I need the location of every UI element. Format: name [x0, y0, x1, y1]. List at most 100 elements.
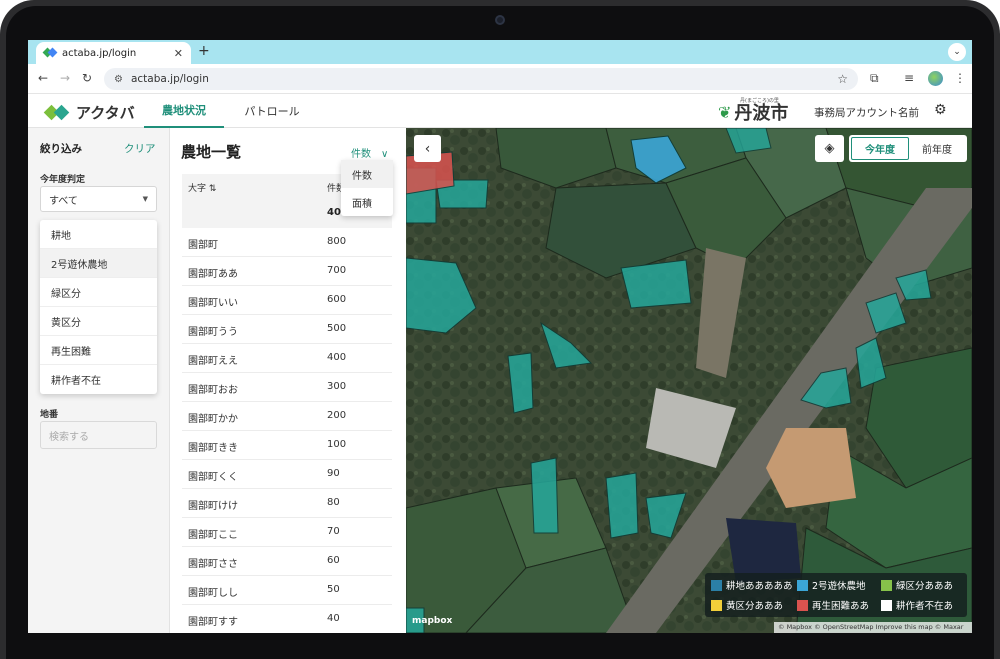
table-row[interactable]: 園部町ええ 400: [182, 344, 392, 373]
satellite-map[interactable]: [406, 128, 972, 633]
table-row[interactable]: 園部町しし 50: [182, 576, 392, 605]
bookmark-star-icon[interactable]: ☆: [837, 72, 848, 86]
browser-tab-strip: actaba.jp/login ✕ + ⌄: [28, 40, 972, 64]
media-controls-icon[interactable]: ≡: [904, 71, 914, 85]
column-header-name[interactable]: 大字 ⇅: [188, 181, 216, 194]
dropdown-option[interactable]: 耕地: [40, 220, 157, 249]
chevron-down-icon: ∨: [381, 149, 389, 160]
row-count: 500: [327, 323, 347, 334]
table-row[interactable]: 園部町けけ 80: [182, 489, 392, 518]
back-button[interactable]: ‹: [414, 135, 441, 162]
dropdown-option[interactable]: 耕作者不在: [40, 365, 157, 394]
filter-title: 絞り込み: [40, 143, 82, 155]
sort-option-area[interactable]: 面積: [341, 188, 393, 216]
table-row[interactable]: 園部町いい 600: [182, 286, 392, 315]
legend-swatch: [881, 579, 892, 591]
clear-button[interactable]: クリア: [124, 141, 156, 156]
tab-search-button[interactable]: ⌄: [948, 43, 966, 61]
last-year-button[interactable]: 前年度: [909, 137, 965, 160]
browser-tab[interactable]: actaba.jp/login ✕: [36, 42, 191, 64]
table-row[interactable]: 園部町かか 200: [182, 402, 392, 431]
table-row[interactable]: 園部町ここ 70: [182, 518, 392, 547]
sort-dropdown: 件数 面積: [341, 160, 393, 216]
legend-label: 2号遊休農地: [812, 581, 866, 592]
tab-farmland-status[interactable]: 農地状況: [144, 94, 224, 128]
row-name: 園部町ささ: [188, 559, 238, 570]
table-row[interactable]: 園部町きき 100: [182, 431, 392, 460]
table-row[interactable]: 園部町うう 500: [182, 315, 392, 344]
laptop-frame: actaba.jp/login ✕ + ⌄ ← → ↻ ⚙ actaba.jp/…: [0, 0, 1000, 659]
reload-icon[interactable]: ↻: [82, 71, 92, 85]
city-logo: ❦ 丹(まごころ)の里 丹波市: [718, 98, 788, 125]
judgement-select[interactable]: すべて ▼: [40, 186, 157, 212]
tab-patrol[interactable]: パトロール: [232, 94, 312, 128]
legend-swatch: [797, 579, 808, 591]
legend-item: 黄区分あああ: [711, 598, 783, 612]
table-row[interactable]: 園部町すす 40: [182, 605, 392, 633]
sort-select[interactable]: 件数 ∨: [351, 145, 388, 160]
caret-down-icon: ▼: [142, 195, 148, 203]
legend-label: 耕作者不在あ: [896, 601, 954, 612]
row-count: 90: [327, 468, 340, 479]
legend-item: 耕作者不在あ: [881, 598, 953, 612]
judgement-dropdown: 耕地 2号遊休農地 緑区分 黄区分 再生困難 耕作者不在: [40, 220, 157, 394]
table-row[interactable]: 園部町おお 300: [182, 373, 392, 402]
legend-label: 緑区分あああ: [896, 581, 954, 592]
row-count: 300: [327, 381, 347, 392]
row-name: 園部町: [188, 240, 218, 251]
this-year-button[interactable]: 今年度: [851, 137, 909, 160]
legend-label: 再生困難ああ: [812, 601, 870, 612]
map-view[interactable]: ‹ ◈ 今年度 前年度 耕地あああああ 2号遊休農地 緑区分あああ 黄区分あああ…: [406, 128, 972, 633]
back-icon[interactable]: ←: [38, 71, 48, 85]
browser-menu-icon[interactable]: ⋮: [954, 71, 966, 85]
tab-close-icon[interactable]: ✕: [174, 47, 183, 60]
row-name: 園部町ここ: [188, 530, 238, 541]
map-attribution[interactable]: © Mapbox © OpenStreetMap Improve this ma…: [774, 622, 972, 633]
extensions-icon[interactable]: ⧉: [870, 71, 879, 86]
row-name: 園部町しし: [188, 588, 238, 599]
map-legend: 耕地あああああ 2号遊休農地 緑区分あああ 黄区分あああ 再生困難ああ 耕作者不…: [705, 573, 967, 617]
logo-mark-icon: [44, 105, 72, 121]
dropdown-option[interactable]: 再生困難: [40, 336, 157, 365]
dropdown-option[interactable]: 2号遊休農地: [40, 249, 157, 278]
row-count: 600: [327, 294, 347, 305]
table-row[interactable]: 園部町ああ 700: [182, 257, 392, 286]
logo-text: アクタバ: [76, 104, 135, 122]
judgement-value: すべて: [49, 195, 78, 207]
legend-item: 耕地あああああ: [711, 578, 793, 592]
address-bar[interactable]: ⚙ actaba.jp/login ☆: [104, 68, 858, 90]
row-name: 園部町すす: [188, 617, 238, 628]
mapbox-logo[interactable]: mapbox: [412, 616, 452, 626]
site-info-icon[interactable]: ⚙: [114, 74, 123, 85]
new-tab-button[interactable]: +: [198, 43, 210, 59]
layers-button[interactable]: ◈: [815, 135, 844, 162]
row-name: 園部町きき: [188, 443, 238, 454]
sort-option-count[interactable]: 件数: [341, 160, 393, 188]
chiban-label: 地番: [40, 410, 59, 420]
row-count: 700: [327, 265, 347, 276]
city-subtitle: 丹(まごころ)の里: [740, 98, 779, 104]
legend-item: 緑区分あああ: [881, 578, 953, 592]
table-row[interactable]: 園部町 800: [182, 228, 392, 257]
profile-avatar[interactable]: [928, 71, 943, 86]
forward-icon[interactable]: →: [60, 71, 70, 85]
account-name[interactable]: 事務局アカウント名前: [814, 105, 919, 120]
filter-panel: 絞り込み クリア 今年度判定 すべて ▼ 耕地 2号遊休農地 緑区分 黄区分 再…: [28, 128, 170, 633]
legend-swatch: [797, 599, 808, 611]
row-name: 園部町うう: [188, 327, 238, 338]
url-text: actaba.jp/login: [130, 73, 209, 85]
row-name: 園部町ああ: [188, 269, 238, 280]
table-row[interactable]: 園部町くく 90: [182, 460, 392, 489]
app-header: アクタバ 農地状況 パトロール ❦ 丹(まごころ)の里 丹波市 事務局アカウント…: [28, 94, 972, 128]
app-logo[interactable]: アクタバ: [44, 102, 135, 123]
legend-item: 2号遊休農地: [797, 578, 866, 592]
judgement-label: 今年度判定: [40, 175, 86, 185]
table-row[interactable]: 園部町ささ 60: [182, 547, 392, 576]
list-title: 農地一覧: [181, 143, 242, 161]
search-input[interactable]: 検索する: [40, 421, 157, 449]
dropdown-option[interactable]: 黄区分: [40, 307, 157, 336]
legend-swatch: [881, 599, 892, 611]
browser-toolbar: ← → ↻ ⚙ actaba.jp/login ☆ ⧉ ≡ ⋮: [28, 64, 972, 94]
gear-icon[interactable]: ⚙: [934, 102, 947, 118]
dropdown-option[interactable]: 緑区分: [40, 278, 157, 307]
